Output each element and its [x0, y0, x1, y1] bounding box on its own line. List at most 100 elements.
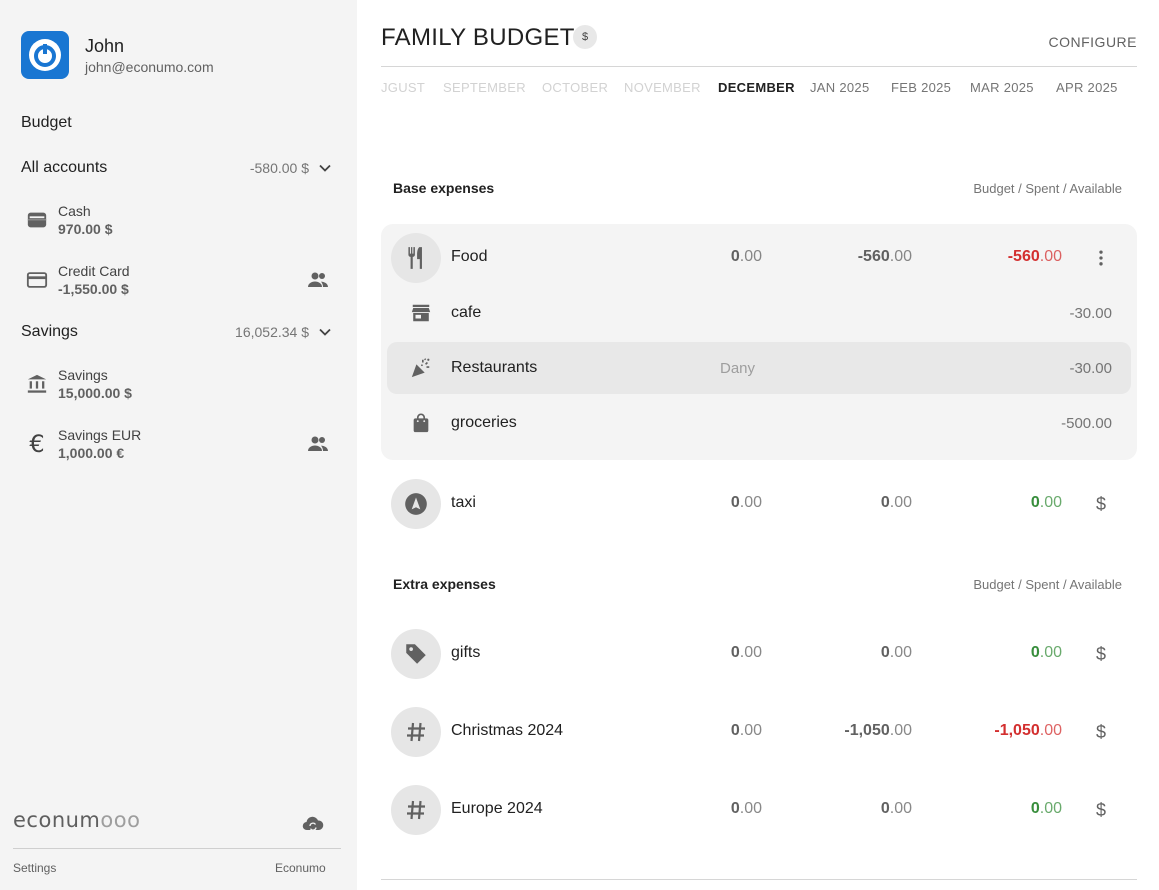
cloud-sync-icon[interactable] [301, 812, 325, 841]
account-group-all-accounts[interactable]: All accounts -580.00 $ [21, 157, 333, 179]
store-icon [409, 301, 433, 325]
account-savings[interactable]: Savings 15,000.00 $ [24, 364, 330, 404]
budget-link[interactable]: Budget [21, 114, 72, 132]
chevron-down-icon[interactable] [317, 160, 333, 176]
subcategory-amount: -30.00 [1069, 360, 1112, 377]
user-name: John [85, 35, 125, 56]
hashtag-icon [391, 707, 441, 757]
amount-int: 0 [1030, 494, 1040, 511]
currency-dollar-icon[interactable]: $ [1089, 720, 1113, 744]
euro-icon: € [29, 430, 45, 458]
subcategory-amount: -30.00 [1069, 305, 1112, 322]
amount-dec: .00 [889, 494, 912, 511]
spent-amount: -1,050.00 [792, 722, 912, 740]
amount-dec: .00 [889, 722, 912, 739]
budget-amount[interactable]: 0.00 [642, 248, 762, 266]
econumo-link[interactable]: Econumo [275, 861, 326, 875]
category-name: gifts [451, 644, 481, 661]
category-row-christmas-2024[interactable]: Christmas 2024 0.00 -1,050.00 -1,050.00 … [381, 706, 1137, 758]
available-amount: -1,050.00 [942, 722, 1062, 740]
available-amount: -560.00 [942, 248, 1062, 266]
avatar[interactable] [21, 31, 69, 79]
section-columns-label: Budget / Spent / Available [973, 181, 1122, 196]
group-label: Savings [21, 323, 78, 340]
amount-dec: .00 [889, 644, 912, 661]
budget-amount[interactable]: 0.00 [642, 644, 762, 662]
user-email: john@econumo.com [85, 58, 214, 75]
more-vert-icon[interactable] [1089, 246, 1113, 270]
tab-month[interactable]: APR 2025 [1056, 80, 1118, 95]
amount-int: -560 [1007, 248, 1040, 265]
subcategory-row-groceries[interactable]: groceries -500.00 [387, 397, 1131, 449]
category-name: Food [451, 248, 488, 265]
account-cash[interactable]: Cash 970.00 $ [24, 200, 330, 240]
account-credit-card[interactable]: Credit Card -1,550.00 $ [24, 260, 330, 300]
bottom-divider [381, 879, 1137, 880]
spent-amount: 0.00 [792, 800, 912, 818]
currency-dollar-icon[interactable]: $ [1089, 798, 1113, 822]
shared-people-icon [306, 432, 330, 461]
tag-icon [391, 629, 441, 679]
bank-icon [24, 371, 50, 397]
navigation-icon [391, 479, 441, 529]
econumo-logo: econumooo [13, 808, 140, 832]
subcategory-name: cafe [451, 304, 482, 321]
power-logo-icon [29, 39, 61, 71]
wallet-icon [24, 207, 50, 233]
amount-int: 0 [730, 722, 740, 739]
category-row-taxi[interactable]: taxi 0.00 0.00 0.00 $ [381, 478, 1137, 530]
spent-amount: -560.00 [792, 248, 912, 266]
configure-button[interactable]: CONFIGURE [1049, 34, 1138, 50]
account-name: Cash [58, 203, 91, 219]
user-profile[interactable]: John john@econumo.com [21, 31, 214, 79]
sidebar-footer-divider [13, 848, 341, 849]
budget-amount[interactable]: 0.00 [642, 800, 762, 818]
amount-int: 0 [730, 248, 740, 265]
amount-int: -560 [857, 248, 890, 265]
amount-int: -1,050 [994, 722, 1040, 739]
account-group-savings[interactable]: Savings 16,052.34 $ [21, 321, 333, 343]
available-amount: 0.00 [942, 644, 1062, 662]
budget-amount[interactable]: 0.00 [642, 494, 762, 512]
category-name: taxi [451, 494, 476, 511]
subcategory-row-cafe[interactable]: cafe -30.00 [387, 287, 1131, 339]
tab-month[interactable]: JGUST [381, 80, 425, 95]
subcategory-name: groceries [451, 414, 517, 431]
logo-rings: ooo [100, 808, 141, 832]
available-amount: 0.00 [942, 494, 1062, 512]
account-savings-eur[interactable]: € Savings EUR 1,000.00 € [24, 424, 330, 464]
tab-month-active[interactable]: DECEMBER [718, 80, 795, 95]
amount-dec: .00 [1039, 644, 1062, 661]
spent-amount: 0.00 [792, 644, 912, 662]
currency-dollar-icon[interactable]: $ [1089, 642, 1113, 666]
currency-chip[interactable]: $ [573, 25, 597, 49]
category-row-europe-2024[interactable]: Europe 2024 0.00 0.00 0.00 $ [381, 784, 1137, 836]
tab-month[interactable]: NOVEMBER [624, 80, 701, 95]
tab-month[interactable]: MAR 2025 [970, 80, 1034, 95]
chevron-down-icon[interactable] [317, 324, 333, 340]
amount-int: 0 [880, 800, 890, 817]
account-name: Credit Card [58, 263, 130, 279]
tab-month[interactable]: JAN 2025 [810, 80, 870, 95]
settings-link[interactable]: Settings [13, 861, 56, 875]
account-balance: 1,000.00 € [58, 445, 125, 461]
amount-int: 0 [730, 800, 740, 817]
currency-dollar-icon[interactable]: $ [1089, 492, 1113, 516]
tab-month[interactable]: FEB 2025 [891, 80, 951, 95]
amount-int: 0 [1030, 644, 1040, 661]
amount-int: 0 [880, 644, 890, 661]
subcategory-name: Restaurants [451, 359, 538, 376]
sidebar: John john@econumo.com Budget All account… [0, 0, 357, 890]
tab-month[interactable]: OCTOBER [542, 80, 608, 95]
subcategory-row-restaurants[interactable]: Restaurants Dany -30.00 [387, 342, 1131, 394]
category-row-food[interactable]: Food 0.00 -560.00 -560.00 [381, 232, 1137, 284]
month-tabs: JGUST SEPTEMBER OCTOBER NOVEMBER DECEMBE… [381, 80, 1137, 96]
subcategory-amount: -500.00 [1061, 415, 1112, 432]
credit-card-icon [24, 267, 50, 293]
amount-dec: .00 [739, 494, 762, 511]
amount-int: 0 [730, 644, 740, 661]
tab-month[interactable]: SEPTEMBER [443, 80, 526, 95]
amount-int: 0 [1030, 800, 1040, 817]
budget-amount[interactable]: 0.00 [642, 722, 762, 740]
category-row-gifts[interactable]: gifts 0.00 0.00 0.00 $ [381, 628, 1137, 680]
